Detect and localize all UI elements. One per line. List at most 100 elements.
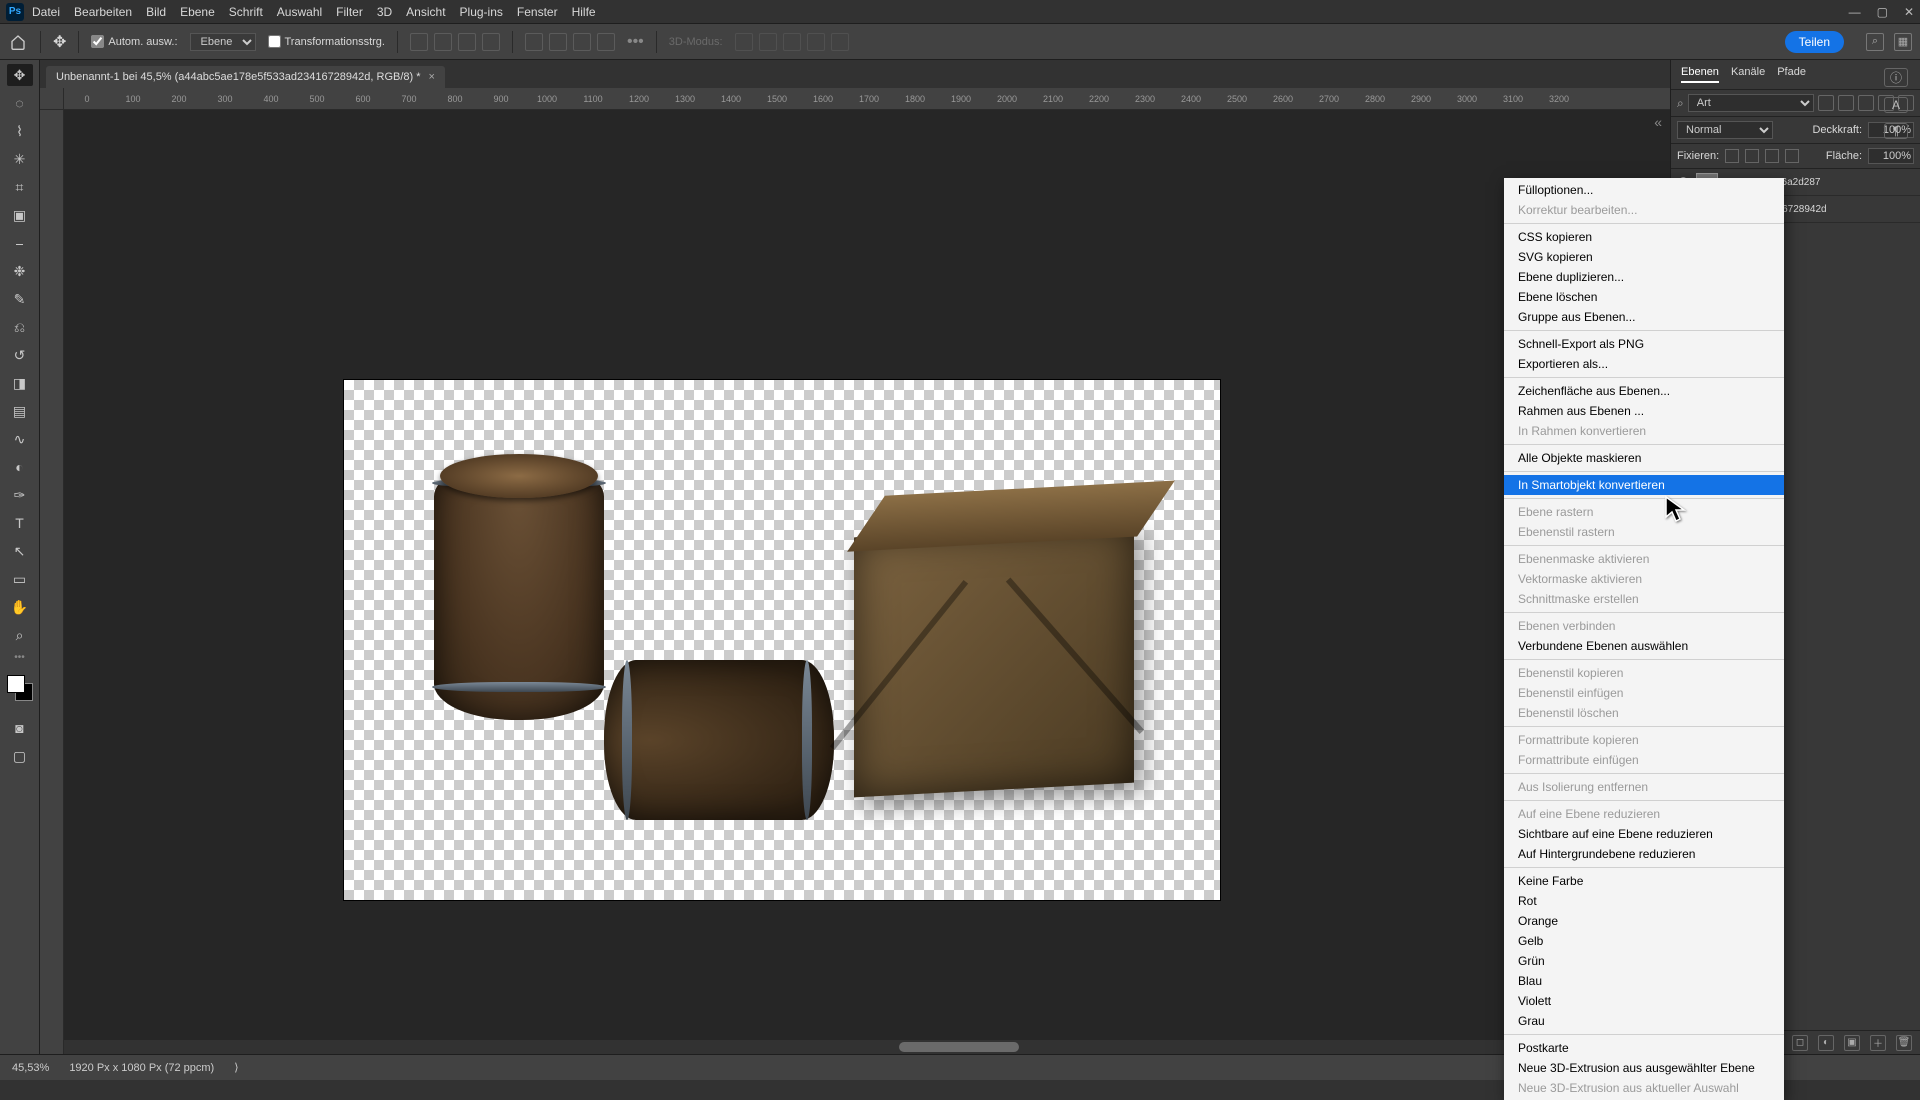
type-tool[interactable]: T <box>7 512 33 534</box>
ctx-item[interactable]: CSS kopieren <box>1504 227 1784 247</box>
more-options-icon[interactable]: ••• <box>627 33 644 51</box>
ctx-item[interactable]: Neue 3D-Extrusion aus ausgewählter Ebene <box>1504 1058 1784 1078</box>
ctx-item[interactable]: Ebene löschen <box>1504 287 1784 307</box>
menu-ebene[interactable]: Ebene <box>180 5 215 19</box>
lock-all-icon[interactable] <box>1785 149 1799 163</box>
ctx-item[interactable]: Postkarte <box>1504 1038 1784 1058</box>
ctx-item[interactable]: Violett <box>1504 991 1784 1011</box>
layer-mask-icon[interactable]: ◻ <box>1792 1035 1808 1051</box>
share-button[interactable]: Teilen <box>1785 31 1844 53</box>
group-icon[interactable]: ▣ <box>1844 1035 1860 1051</box>
paragraph-panel-icon[interactable]: ¶ <box>1884 123 1908 139</box>
status-chevron-icon[interactable]: ⟩ <box>234 1061 238 1074</box>
menu-bild[interactable]: Bild <box>146 5 166 19</box>
zoom-tool[interactable]: ⌕ <box>7 624 33 646</box>
ctx-item[interactable]: Sichtbare auf eine Ebene reduzieren <box>1504 824 1784 844</box>
layer-filter-kind-select[interactable]: Art <box>1688 94 1814 112</box>
align-right-icon[interactable] <box>458 33 476 51</box>
window-close-button[interactable]: ✕ <box>1904 5 1914 19</box>
distribute-v-icon[interactable] <box>597 33 615 51</box>
ctx-item[interactable]: Rot <box>1504 891 1784 911</box>
ruler-vertical[interactable] <box>40 110 64 1054</box>
ctx-item[interactable]: Ebene duplizieren... <box>1504 267 1784 287</box>
path-selection-tool[interactable]: ↖ <box>7 540 33 562</box>
dodge-tool[interactable]: ◐ <box>7 456 33 478</box>
brush-tool[interactable]: ✎ <box>7 288 33 310</box>
ctx-item[interactable]: Blau <box>1504 971 1784 991</box>
marquee-tool[interactable]: ◌ <box>7 92 33 114</box>
ctx-item[interactable]: Zeichenfläche aus Ebenen... <box>1504 381 1784 401</box>
lock-transparency-icon[interactable] <box>1725 149 1739 163</box>
align-left-icon[interactable] <box>410 33 428 51</box>
character-panel-icon[interactable]: A <box>1884 97 1908 113</box>
blend-mode-select[interactable]: Normal <box>1677 121 1773 139</box>
menu-plug-ins[interactable]: Plug-ins <box>460 5 503 19</box>
menu-auswahl[interactable]: Auswahl <box>277 5 322 19</box>
window-maximize-button[interactable]: ▢ <box>1877 5 1888 19</box>
menu-datei[interactable]: Datei <box>32 5 60 19</box>
ctx-item[interactable]: Gelb <box>1504 931 1784 951</box>
ctx-item[interactable]: Orange <box>1504 911 1784 931</box>
auto-select-kind-select[interactable]: Ebene <box>190 33 256 51</box>
ctx-item[interactable]: Alle Objekte maskieren <box>1504 448 1784 468</box>
ctx-item[interactable]: In Smartobjekt konvertieren <box>1504 475 1784 495</box>
ctx-item[interactable]: Grün <box>1504 951 1784 971</box>
ctx-item[interactable]: Auf Hintergrundebene reduzieren <box>1504 844 1784 864</box>
transform-controls-checkbox[interactable]: Transformationsstrg. <box>268 35 385 48</box>
menu-fenster[interactable]: Fenster <box>517 5 558 19</box>
frame-tool[interactable]: ▣ <box>7 204 33 226</box>
menu-schrift[interactable]: Schrift <box>229 5 263 19</box>
menu-3d[interactable]: 3D <box>377 5 392 19</box>
align-top-icon[interactable] <box>525 33 543 51</box>
align-middle-icon[interactable] <box>549 33 567 51</box>
blur-tool[interactable]: ∿ <box>7 428 33 450</box>
menu-bearbeiten[interactable]: Bearbeiten <box>74 5 132 19</box>
crop-tool[interactable]: ⌗ <box>7 176 33 198</box>
rectangle-tool[interactable]: ▭ <box>7 568 33 590</box>
fill-input[interactable] <box>1868 148 1914 164</box>
filter-pixel-icon[interactable] <box>1818 95 1834 111</box>
ctx-item[interactable]: Verbundene Ebenen auswählen <box>1504 636 1784 656</box>
info-panel-icon[interactable]: ⓘ <box>1884 68 1908 87</box>
collapse-panels-icon[interactable]: « <box>1654 114 1662 130</box>
align-center-icon[interactable] <box>434 33 452 51</box>
auto-select-checkbox[interactable]: Autom. ausw.: <box>91 35 177 48</box>
delete-layer-icon[interactable]: 🗑 <box>1896 1035 1912 1051</box>
ruler-horizontal[interactable]: 0100200300400500600700800900100011001200… <box>64 88 1920 110</box>
screen-mode-tool[interactable]: ▢ <box>7 745 33 767</box>
ctx-item[interactable]: Schnell-Export als PNG <box>1504 334 1784 354</box>
panel-tab-pfade[interactable]: Pfade <box>1777 66 1806 83</box>
ctx-item[interactable]: Exportieren als... <box>1504 354 1784 374</box>
menu-ansicht[interactable]: Ansicht <box>406 5 445 19</box>
ruler-origin[interactable] <box>40 88 64 110</box>
healing-brush-tool[interactable]: ❉ <box>7 260 33 282</box>
ctx-item[interactable]: Fülloptionen... <box>1504 180 1784 200</box>
filter-adjust-icon[interactable] <box>1838 95 1854 111</box>
ctx-item[interactable]: Keine Farbe <box>1504 871 1784 891</box>
history-brush-tool[interactable]: ↺ <box>7 344 33 366</box>
window-minimize-button[interactable]: — <box>1849 5 1861 19</box>
search-icon[interactable]: ⌕ <box>1677 96 1684 111</box>
eraser-tool[interactable]: ◨ <box>7 372 33 394</box>
document-dimensions[interactable]: 1920 Px x 1080 Px (72 ppcm) <box>69 1062 214 1074</box>
hand-tool[interactable]: ✋ <box>7 596 33 618</box>
ctx-item[interactable]: Gruppe aus Ebenen... <box>1504 307 1784 327</box>
lasso-tool[interactable]: ⌇ <box>7 120 33 142</box>
document-tab[interactable]: Unbenannt-1 bei 45,5% (a44abc5ae178e5f53… <box>46 66 445 88</box>
lock-image-icon[interactable] <box>1745 149 1759 163</box>
ctx-item[interactable]: Grau <box>1504 1011 1784 1031</box>
adjustment-layer-icon[interactable]: ◐ <box>1818 1035 1834 1051</box>
lock-position-icon[interactable] <box>1765 149 1779 163</box>
pen-tool[interactable]: ✑ <box>7 484 33 506</box>
magic-wand-tool[interactable]: ✳ <box>7 148 33 170</box>
eyedropper-tool[interactable]: ⎯ <box>7 232 33 254</box>
gradient-tool[interactable]: ▤ <box>7 400 33 422</box>
color-swatches[interactable] <box>7 675 33 701</box>
panel-tab-kanäle[interactable]: Kanäle <box>1731 66 1765 83</box>
ctx-item[interactable]: SVG kopieren <box>1504 247 1784 267</box>
workspace-icon[interactable]: ▦ <box>1894 33 1912 51</box>
panel-tab-ebenen[interactable]: Ebenen <box>1681 66 1719 83</box>
move-tool[interactable]: ✥ <box>7 64 33 86</box>
align-bottom-icon[interactable] <box>573 33 591 51</box>
new-layer-icon[interactable]: ＋ <box>1870 1035 1886 1051</box>
